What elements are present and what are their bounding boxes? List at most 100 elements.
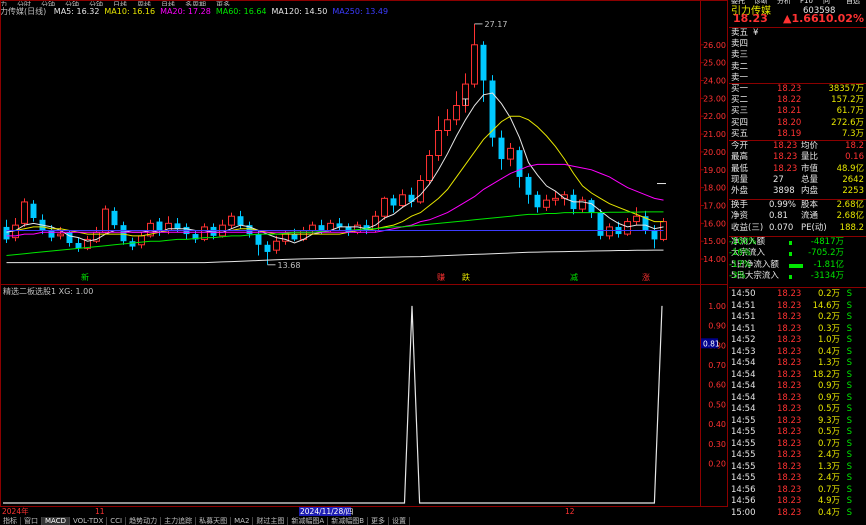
tick-price: 18.23 <box>777 369 802 380</box>
sub-y-tick-label: 0.50 <box>708 400 726 409</box>
stat-value: 0.99% <box>769 200 797 210</box>
tick-time: 14:56 <box>731 484 756 495</box>
indicator-tab[interactable]: 趋势动力 <box>126 517 162 525</box>
tick-side: S <box>846 427 852 437</box>
bid-price: 18.21 <box>777 106 802 117</box>
candle-body-down <box>336 223 343 227</box>
y-tick-label: 20.00 <box>703 148 726 157</box>
tick-side: S <box>846 369 852 380</box>
stat-label: 现量 <box>731 174 749 185</box>
bid-price: 18.22 <box>777 95 802 106</box>
ma-line-ma120 <box>6 249 664 264</box>
tick-price: 18.23 <box>777 507 802 518</box>
tick-time: 14:55 <box>731 415 756 426</box>
indicator-tab[interactable]: CCI <box>107 517 127 525</box>
y-tick-label: 26.00 <box>703 41 726 50</box>
indicator-tab[interactable]: 新减幅图B <box>328 517 369 525</box>
indicator-tab[interactable]: 新减幅图A <box>288 517 329 525</box>
tick-side: S <box>846 438 852 449</box>
bid-volume: 61.7万 <box>836 106 864 117</box>
bid-row: 买四 18.20 272.6万 <box>729 118 866 129</box>
stat-label: 净资 <box>731 211 749 222</box>
stat-label: 最高 <box>731 152 749 163</box>
tick-price: 18.23 <box>777 484 802 495</box>
stat-label: 股本 <box>801 200 819 210</box>
signal-marker: 跌 <box>462 272 470 282</box>
tick-side: S <box>846 289 852 299</box>
indicator-tab[interactable]: MACD <box>42 517 70 525</box>
indicator-tab[interactable]: 设置 <box>389 517 411 525</box>
stat-value: 18.23 <box>773 163 798 174</box>
y-tick-label: 18.00 <box>703 184 726 193</box>
flow-pct: -100% <box>729 237 757 247</box>
tick-side: S <box>846 312 852 322</box>
indicator-tab[interactable]: VOL-TDX <box>70 517 108 525</box>
tick-row: 14:55 18.23 9.3万 S <box>729 416 866 427</box>
indicator-tab[interactable]: 窗口 <box>21 517 42 525</box>
sub-y-tick-label: 1.00 <box>708 302 726 311</box>
indicator-tab[interactable]: 主力追踪 <box>161 517 197 525</box>
chart-area[interactable]: 26.00 25.00 24.00 23.00 22.00 21.00 20.00 19.00… <box>0 0 728 516</box>
tick-time: 14:56 <box>731 496 756 506</box>
flow-value: -705.2万 <box>808 248 844 259</box>
quote-panel: 委托 诊断 分析 F10 问自选 引力传媒 603598 18.23 ▲1.66 10.02% 卖五… <box>729 0 866 525</box>
tick-price: 18.23 <box>777 461 802 472</box>
tick-row: 14:54 18.23 0.5万 S <box>729 404 866 415</box>
tick-volume: 9.3万 <box>817 415 840 426</box>
candle-body-down <box>255 234 262 245</box>
candle-body-up <box>138 235 145 246</box>
candle-body-down <box>237 216 244 226</box>
tick-volume: 0.5万 <box>817 427 840 437</box>
bid-row: 买三 18.21 61.7万 <box>729 106 866 117</box>
tick-side: S <box>846 415 852 426</box>
indicator-tab[interactable]: 私募天图 <box>196 517 232 525</box>
indicator-tab[interactable]: 指标 <box>0 517 21 525</box>
candle-body-up <box>453 105 460 121</box>
panel-divider <box>729 83 866 84</box>
tick-time: 14:53 <box>731 346 756 357</box>
stat-row: 现量 27 总量 2642 <box>729 175 866 186</box>
tick-volume: 4.9万 <box>817 496 840 506</box>
bid-label: 买二 <box>731 95 749 106</box>
tick-row: 14:55 18.23 2.4万 S <box>729 450 866 461</box>
candle-body-up <box>444 119 451 131</box>
indicator-tab[interactable]: MA2 <box>231 517 254 525</box>
signal-marker: 减 <box>570 272 578 282</box>
bid-label: 买三 <box>731 106 749 117</box>
tick-price: 18.23 <box>777 415 802 426</box>
tick-time: 14:54 <box>731 392 756 403</box>
stat-row: 今开 18.23 均价 18.2 <box>729 141 866 152</box>
tick-row: 14:51 18.23 14.6万 S <box>729 301 866 312</box>
candle-body-up <box>507 147 514 160</box>
sub-y-tick-label: 0.30 <box>708 440 726 449</box>
tick-time: 14:55 <box>731 427 756 437</box>
tick-row: 14:54 18.23 1.3万 S <box>729 358 866 369</box>
stat2-row: 净资 0.81 流通 2.68亿 <box>729 211 866 222</box>
tick-time: 14:54 <box>731 381 756 391</box>
panel-divider <box>729 140 866 141</box>
tick-volume: 0.2万 <box>817 289 840 299</box>
candle-body-up <box>57 233 64 237</box>
stat-value: 2.68亿 <box>836 211 864 222</box>
candle-body-down <box>516 150 523 177</box>
tick-side: S <box>846 484 852 495</box>
tick-volume: 18.2万 <box>812 369 840 380</box>
tick-time: 14:55 <box>731 438 756 449</box>
stat-label: 外盘 <box>731 186 749 197</box>
tick-volume: 1.3万 <box>817 461 840 472</box>
stat-value: 2253 <box>842 186 864 197</box>
tick-volume: 0.4万 <box>817 346 840 357</box>
indicator-tab[interactable]: 财过主图 <box>253 517 289 525</box>
date-label: 11 <box>95 507 105 516</box>
tick-row: 14:53 18.23 0.4万 S <box>729 347 866 358</box>
indicator-tab[interactable]: 更多 <box>368 517 390 525</box>
flow-pct: -3% <box>729 271 746 282</box>
bid-volume: 272.6万 <box>831 117 864 128</box>
tick-side: S <box>846 392 852 403</box>
tick-time: 14:54 <box>731 404 756 414</box>
sub-panel-frame <box>0 284 728 507</box>
tick-price: 18.23 <box>777 289 802 299</box>
tick-side: S <box>846 473 852 483</box>
panel-divider <box>729 236 866 237</box>
tick-time: 14:54 <box>731 369 756 380</box>
